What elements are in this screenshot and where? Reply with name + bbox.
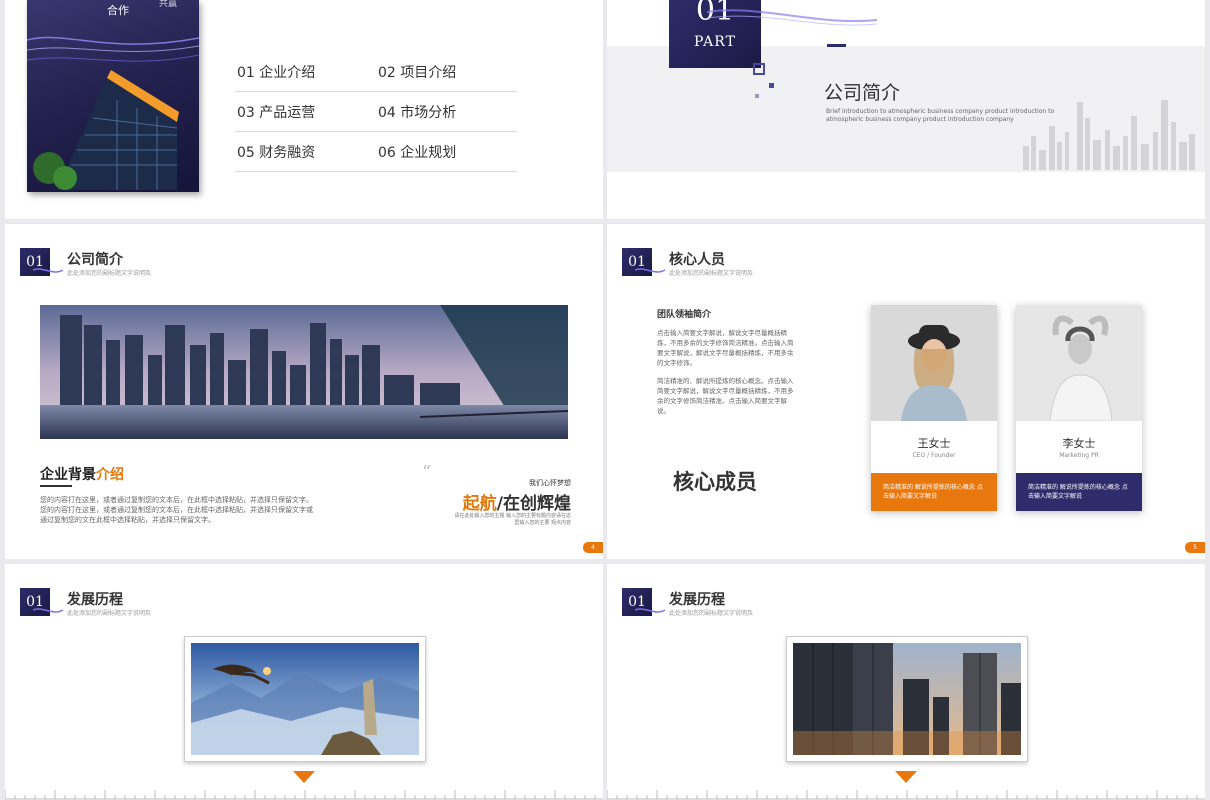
team-paragraph: 简洁精准的、解说所提炼的核心概念。点击输入简要文字解说，解说文字尽量概括精炼，不… [657, 377, 794, 415]
swoosh-decoration [635, 608, 665, 613]
swoosh-decoration [635, 268, 665, 273]
slide-history-1[interactable]: 01 发展历程 此处添加您的副标题文字说明及 [5, 564, 603, 800]
square-decoration [755, 94, 759, 98]
slide-subtitle: 此处添加您的副标题文字说明及 [67, 270, 152, 277]
team-description: 点击输入简要文字解说，解说文字尽量概括精炼，不用多余的文字修饰简洁精准。点击输入… [657, 328, 797, 416]
toc-item[interactable]: 04 市场分析 [376, 102, 517, 122]
toc-item[interactable]: 06 企业规划 [376, 142, 517, 162]
skyscraper-photo [793, 643, 1021, 755]
timeline-ruler [5, 790, 603, 800]
slogan: 起航/在创辉煌 [463, 489, 571, 514]
background-paragraph: 您的内容打在这里，或者通过复制您的文本后，在此框中选择粘贴，并选择只保留文字。您… [40, 496, 313, 524]
member-name: 李女士 [1062, 437, 1096, 450]
slide-title: 发展历程 [67, 592, 123, 608]
slogan-main: /在创辉煌 [496, 494, 571, 514]
photo-frame [184, 636, 426, 762]
toc-item[interactable]: 01 企业介绍 [235, 62, 376, 82]
slide-toc[interactable]: 合作 共赢 01 企业介绍 02 项目介绍 03 产品运营 04 市场分析 05… [5, 0, 603, 219]
member-role: CEO / Founder [912, 452, 956, 459]
background-heading-highlight: 介绍 [96, 467, 124, 483]
dream-text: 我们心怀梦想 [529, 479, 571, 487]
member-description: 简洁精准的 解说所提炼的核心概念 点击输入简要文字解说 [871, 473, 997, 511]
heading-underline [40, 485, 72, 487]
member-card[interactable]: 李女士 Marketing PR 简洁精准的 解说所提炼的核心概念 点击输入简要… [1016, 305, 1142, 511]
accent-dash [827, 44, 846, 47]
core-members-heading: 核心成员 [673, 470, 757, 494]
square-decoration [769, 83, 774, 88]
slogan-highlight: 起航 [462, 494, 497, 514]
member-name: 王女士 [917, 437, 951, 450]
city-skyline-illustration [1023, 100, 1195, 170]
table-of-contents: 01 企业介绍 02 项目介绍 03 产品运营 04 市场分析 05 财务融资 … [235, 52, 517, 172]
square-decoration [753, 63, 765, 75]
member-role: Marketing PR [1059, 452, 1099, 459]
portrait-illustration [871, 305, 997, 421]
background-heading: 企业背景介绍 [40, 464, 124, 484]
swoosh-decoration [707, 9, 877, 26]
member-photo [871, 305, 997, 421]
toc-row: 05 财务融资 06 企业规划 [235, 132, 517, 172]
timeline-marker-icon [293, 771, 315, 783]
member-card[interactable]: 王女士 CEO / Founder 简洁精准的 解说所提炼的核心概念 点击输入简… [871, 305, 997, 511]
slide-company-intro[interactable]: 01 公司简介 此处添加您的副标题文字说明及 企业背景介绍 您的内容打在这里，或… [5, 224, 603, 559]
swoosh-decoration [33, 608, 63, 613]
cityscape-photo [40, 305, 568, 439]
toc-row: 01 企业介绍 02 项目介绍 [235, 52, 517, 92]
slide-subtitle: 此处添加您的副标题文字说明及 [669, 270, 754, 277]
slide-title: 发展历程 [669, 592, 725, 608]
slide-title: 核心人员 [669, 252, 725, 268]
slide-title: 公司简介 [67, 252, 123, 268]
slide-core-team[interactable]: 01 核心人员 此处添加您的副标题文字说明及 团队领袖简介 点击输入简要文字解说… [607, 224, 1205, 559]
cover-image: 合作 共赢 [27, 0, 199, 192]
page-number: 4 [583, 542, 603, 553]
toc-item[interactable]: 03 产品运营 [235, 102, 376, 122]
cover-label-secondary: 共赢 [159, 0, 178, 9]
slogan-caption: 请在此处输入您的主题 输入您的主要标题内容请在这里输入您的主要 观点内容 [454, 513, 571, 526]
slide-history-2[interactable]: 01 发展历程 此处添加您的副标题文字说明及 [607, 564, 1205, 800]
background-heading-main: 企业背景 [40, 467, 96, 483]
photo-frame [786, 636, 1028, 762]
toc-row: 03 产品运营 04 市场分析 [235, 92, 517, 132]
page-number: 5 [1185, 542, 1205, 553]
timeline-marker-icon [895, 771, 917, 783]
portrait-illustration [1016, 305, 1142, 421]
slide-part-01[interactable]: 01 PART 公司简介 Brief introduction to atmos… [607, 0, 1205, 219]
building-illustration [27, 36, 199, 190]
toc-item[interactable]: 05 财务融资 [235, 142, 376, 162]
team-paragraph: 点击输入简要文字解说，解说文字尽量概括精炼，不用多余的文字修饰简洁精准。点击输入… [657, 329, 794, 367]
slide-subtitle: 此处添加您的副标题文字说明及 [669, 610, 754, 617]
toc-item[interactable]: 02 项目介绍 [376, 62, 517, 82]
cover-label: 合作 [107, 4, 129, 17]
eagle-mountain-photo [191, 643, 419, 755]
swoosh-decoration [33, 268, 63, 273]
slide-subtitle: 此处添加您的副标题文字说明及 [67, 610, 152, 617]
member-photo [1016, 305, 1142, 421]
section-title: 公司简介 [824, 82, 901, 104]
quote-mark-icon: “ [422, 462, 432, 483]
team-heading: 团队领袖简介 [657, 310, 712, 320]
member-description: 简洁精准的 解说所提炼的核心概念 点击输入简要文字解说 [1016, 473, 1142, 511]
timeline-ruler [607, 790, 1205, 800]
